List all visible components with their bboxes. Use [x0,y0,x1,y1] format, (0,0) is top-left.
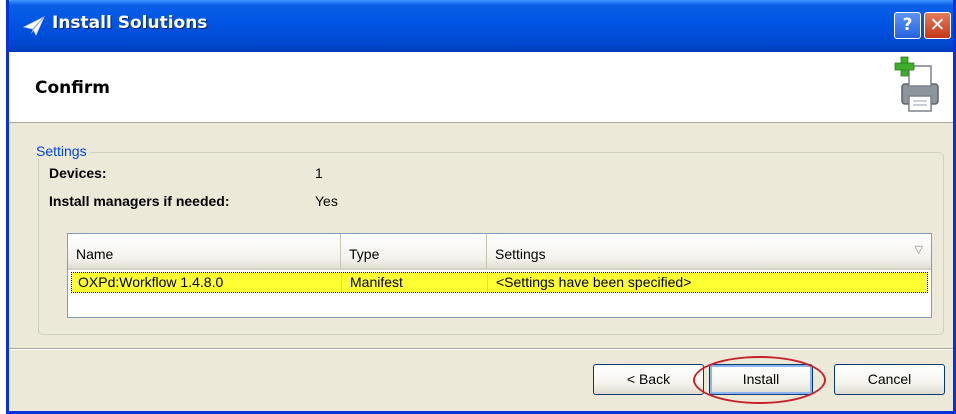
cancel-button[interactable]: Cancel [834,364,945,395]
cell-name: OXPd:Workflow 1.4.8.0 [72,273,342,292]
paper-plane-icon [22,16,45,36]
settings-legend: Settings [34,143,90,159]
sort-arrow-icon: ▽ [914,244,923,256]
devices-value: 1 [315,165,323,181]
cell-type: Manifest [342,273,488,292]
printer-add-icon [894,56,939,112]
close-button[interactable]: ✕ [924,12,951,39]
help-button[interactable]: ? [894,12,921,39]
back-button[interactable]: < Back [593,364,704,395]
cell-settings: <Settings have been specified> [496,274,692,290]
window-title: Install Solutions [52,13,208,33]
column-header-settings[interactable]: Settings ▽ [487,234,931,268]
install-managers-label: Install managers if needed: [49,193,230,209]
column-header-name[interactable]: Name [68,234,341,268]
title-bar[interactable]: Install Solutions ? ✕ [9,0,953,52]
devices-label: Devices: [49,165,107,181]
install-solutions-dialog: Install Solutions ? ✕ Confirm Settings D… [6,0,956,414]
page-title: Confirm [35,78,110,98]
column-header-settings-label: Settings [495,246,546,262]
solutions-grid[interactable]: Name Type Settings ▽ OXPd:Workflow 1.4.8… [67,233,932,318]
footer-divider [9,348,953,350]
table-row[interactable]: OXPd:Workflow 1.4.8.0 Manifest <Settings… [71,272,928,293]
annotation-ring [693,356,826,404]
grid-header: Name Type Settings ▽ [68,234,931,270]
wizard-header: Confirm [9,52,953,123]
install-managers-value: Yes [315,193,338,209]
column-header-type[interactable]: Type [341,234,487,268]
